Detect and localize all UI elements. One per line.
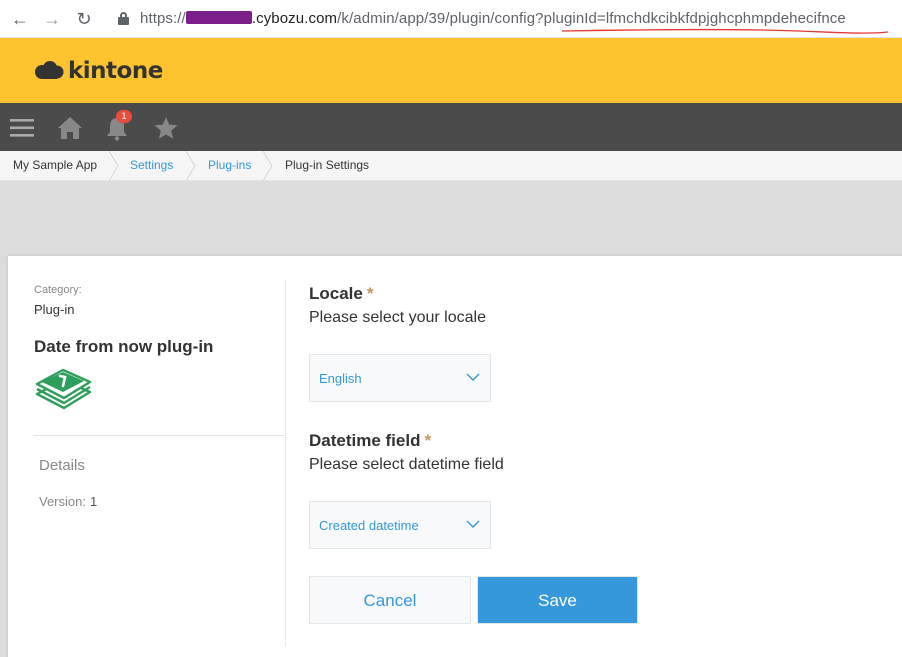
arrow-forward-icon[interactable]: → bbox=[40, 7, 64, 31]
breadcrumb-app[interactable]: My Sample App bbox=[13, 151, 97, 181]
required-mark: * bbox=[366, 284, 374, 303]
datetime-field-selected-value: Created datetime bbox=[319, 518, 419, 533]
datetime-field-label: Datetime field * bbox=[309, 431, 431, 451]
locale-select[interactable]: English bbox=[309, 354, 491, 402]
red-underline-annotation bbox=[561, 28, 889, 34]
version-info: Version: 1 bbox=[39, 494, 97, 509]
breadcrumb-separator-icon bbox=[185, 151, 196, 181]
breadcrumb-separator-icon bbox=[108, 151, 119, 181]
datetime-field-label-text: Datetime field bbox=[309, 431, 421, 450]
menu-icon[interactable] bbox=[9, 115, 35, 141]
star-icon[interactable] bbox=[153, 115, 179, 141]
url-field[interactable]: https:// .cybozu.com/k/admin/app/39/plugi… bbox=[140, 10, 846, 27]
cloud-icon bbox=[35, 61, 64, 79]
redacted-subdomain bbox=[185, 11, 252, 24]
locale-description: Please select your locale bbox=[309, 309, 486, 326]
save-button[interactable]: Save bbox=[477, 576, 638, 624]
datetime-field-select[interactable]: Created datetime bbox=[309, 501, 491, 549]
breadcrumb-separator-icon bbox=[262, 151, 273, 181]
calendar-plugin-icon bbox=[35, 368, 92, 410]
breadcrumb: My Sample App Settings Plug-ins Plug-in … bbox=[0, 151, 902, 181]
cancel-button[interactable]: Cancel bbox=[309, 576, 471, 624]
global-toolbar bbox=[0, 103, 902, 151]
lock-icon bbox=[118, 12, 129, 25]
url-query: pluginId=lfmchdkcibkfdpjghcphmpdehecifnc… bbox=[543, 10, 846, 27]
breadcrumb-plugins[interactable]: Plug-ins bbox=[208, 151, 251, 181]
version-value: 1 bbox=[89, 494, 98, 509]
browser-address-bar: ← → ↻ https:// .cybozu.com/k/admin/app/39… bbox=[0, 0, 902, 38]
chevron-down-icon bbox=[466, 373, 480, 381]
logo-text: kintone bbox=[68, 58, 163, 84]
reload-icon[interactable]: ↻ bbox=[72, 7, 96, 31]
datetime-field-description: Please select datetime field bbox=[309, 456, 504, 473]
required-mark: * bbox=[424, 431, 432, 450]
url-prefix: https:// bbox=[140, 10, 186, 27]
breadcrumb-current: Plug-in Settings bbox=[285, 158, 370, 172]
plugin-name: Date from now plug-in bbox=[34, 337, 214, 356]
notification-badge: 1 bbox=[116, 110, 132, 123]
column-divider bbox=[285, 281, 286, 646]
app-header: kintone bbox=[0, 38, 902, 103]
url-path: /k/admin/app/39/plugin/config? bbox=[337, 10, 544, 27]
locale-label-text: Locale bbox=[309, 284, 363, 303]
locale-selected-value: English bbox=[319, 371, 362, 386]
chevron-down-icon bbox=[466, 520, 480, 528]
breadcrumb-settings[interactable]: Settings bbox=[130, 151, 173, 181]
locale-label: Locale * bbox=[309, 284, 373, 304]
url-domain: .cybozu.com bbox=[251, 10, 338, 27]
version-label: Version: bbox=[39, 494, 86, 509]
divider bbox=[34, 435, 284, 436]
home-icon[interactable] bbox=[57, 115, 83, 141]
details-heading: Details bbox=[39, 457, 85, 474]
category-value: Plug-in bbox=[34, 302, 75, 317]
arrow-back-icon[interactable]: ← bbox=[8, 7, 32, 31]
kintone-logo[interactable]: kintone bbox=[33, 58, 163, 84]
category-label: Category: bbox=[34, 284, 82, 296]
